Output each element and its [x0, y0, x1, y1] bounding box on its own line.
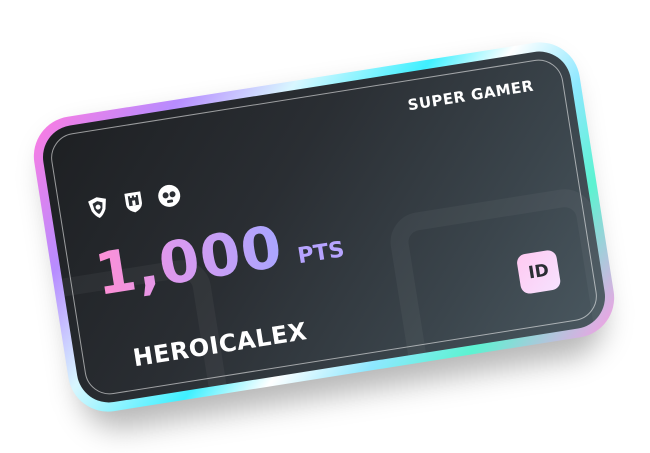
skull-icon	[154, 181, 184, 211]
points-value: 1,000	[90, 212, 288, 309]
badge-row	[83, 181, 184, 222]
points-display: 1,000 PTS	[90, 203, 347, 309]
shield-crest-icon	[83, 192, 113, 222]
castle-shield-icon	[119, 187, 149, 217]
tier-label: SUPER GAMER	[406, 76, 535, 115]
id-badge[interactable]: ID	[515, 249, 562, 295]
stage: SUPER GAMER 1,000 PTS HEROICALEX ID	[0, 0, 650, 453]
username: HEROICALEX	[131, 317, 309, 373]
points-unit: PTS	[295, 237, 347, 270]
